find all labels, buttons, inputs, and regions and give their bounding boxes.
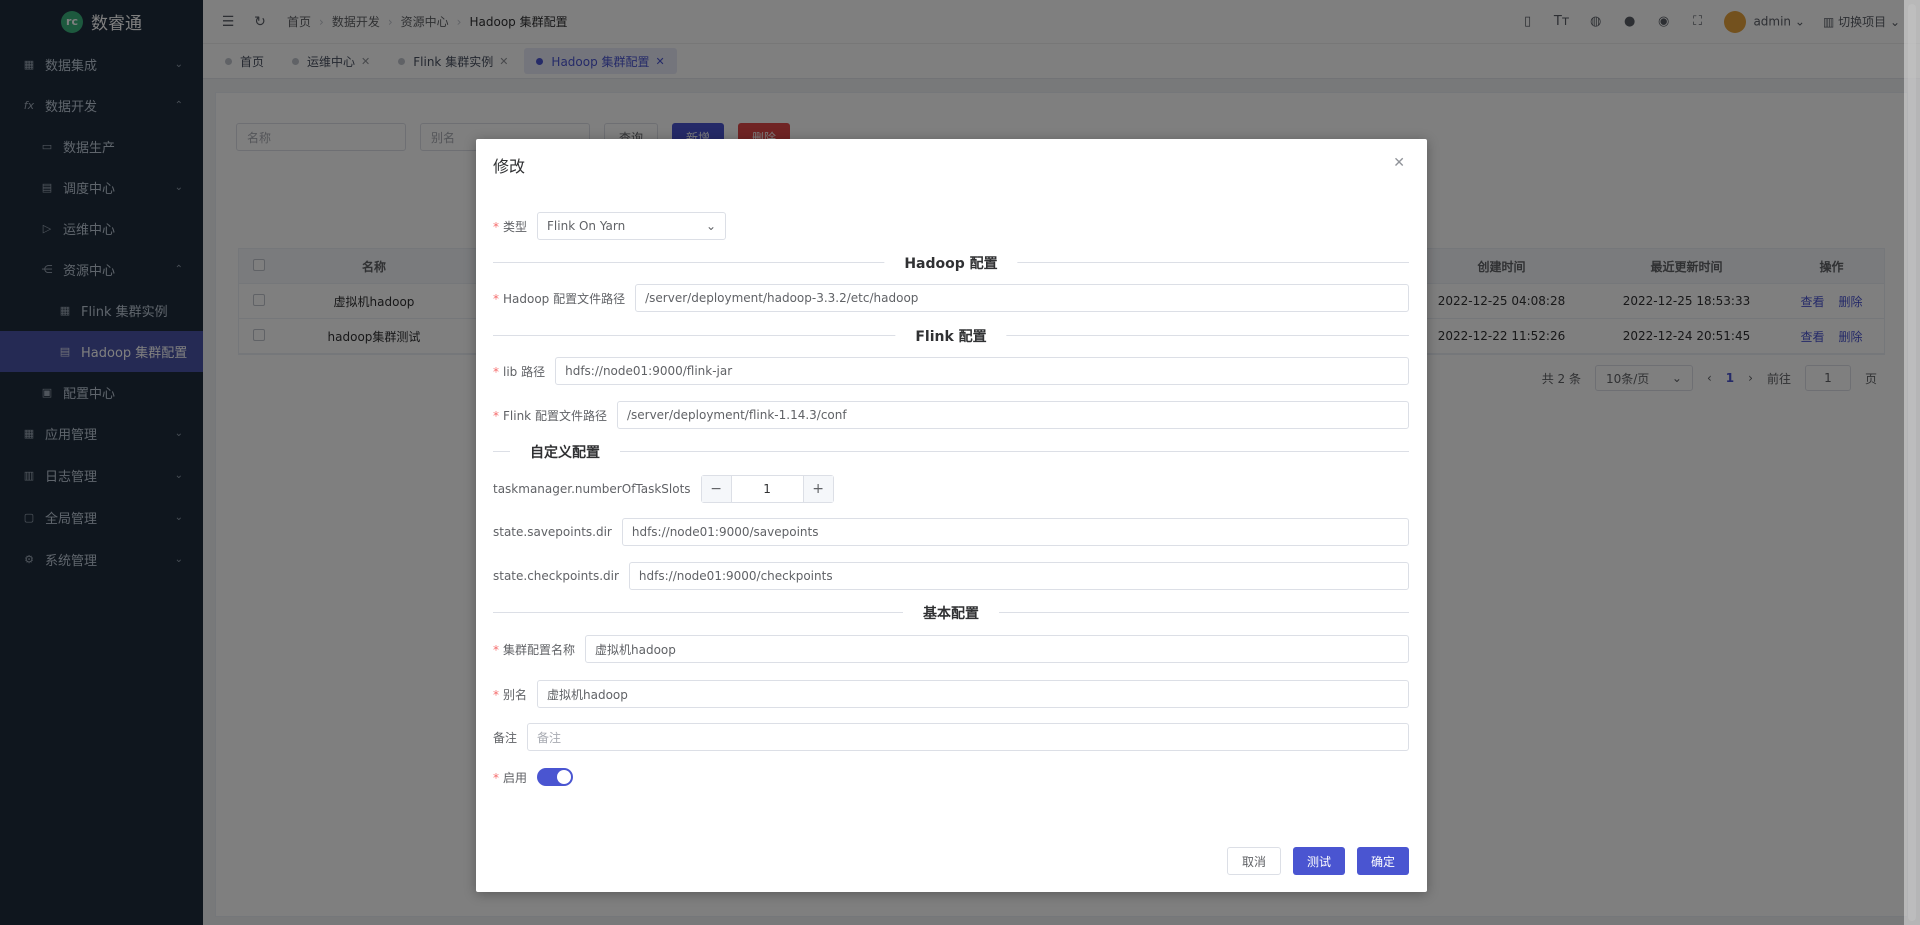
type-row: * 类型 Flink On Yarn ⌄: [493, 212, 1409, 240]
section-divider: 基本配置: [493, 603, 1409, 623]
note-row: 备注 备注: [493, 723, 1409, 751]
cluster-name-row: * 集群配置名称 虚拟机hadoop: [493, 635, 1409, 663]
edit-dialog: 修改 ✕ * 类型 Flink On Yarn ⌄ Hadoop 配置 * Hado…: [476, 139, 1427, 892]
alias-label: 别名: [503, 687, 528, 702]
section-title-hadoop: Hadoop 配置: [884, 253, 1018, 273]
type-select[interactable]: Flink On Yarn ⌄: [537, 212, 727, 240]
task-slots-row: taskmanager.numberOfTaskSlots − 1 +: [493, 475, 1409, 503]
cancel-button[interactable]: 取消: [1226, 847, 1281, 875]
note-label: 备注: [493, 730, 518, 745]
enable-label: 启用: [503, 770, 528, 785]
type-label: 类型: [503, 219, 528, 234]
hadoop-conf-input[interactable]: /server/deployment/hadoop-3.3.2/etc/hado…: [635, 284, 1409, 312]
dialog-title: 修改: [493, 157, 526, 176]
task-slots-stepper: − 1 +: [700, 475, 834, 503]
flink-conf-label: Flink 配置文件路径: [503, 408, 607, 423]
hadoop-conf-label: Hadoop 配置文件路径: [503, 291, 626, 306]
close-icon[interactable]: ✕: [1393, 155, 1405, 171]
savepoints-label: state.savepoints.dir: [493, 525, 612, 539]
savepoints-input[interactable]: hdfs://node01:9000/savepoints: [621, 518, 1409, 546]
section-title-flink: Flink 配置: [895, 326, 1007, 346]
hadoop-conf-row: * Hadoop 配置文件路径 /server/deployment/hadoop…: [493, 284, 1409, 312]
section-title-custom: 自定义配置: [510, 442, 620, 462]
flink-conf-row: * Flink 配置文件路径 /server/deployment/flink-1…: [493, 401, 1409, 429]
checkpoints-row: state.checkpoints.dir hdfs://node01:9000…: [493, 562, 1409, 590]
alias-input[interactable]: 虚拟机hadoop: [537, 680, 1409, 708]
dialog-footer: 取消 测试 确定: [1226, 847, 1409, 875]
checkpoints-input[interactable]: hdfs://node01:9000/checkpoints: [628, 562, 1409, 590]
enable-toggle[interactable]: [537, 768, 574, 786]
chevron-down-icon: ⌄: [705, 219, 717, 233]
lib-path-input[interactable]: hdfs://node01:9000/flink-jar: [555, 357, 1409, 385]
section-title-basic: 基本配置: [903, 603, 999, 623]
test-button[interactable]: 测试: [1292, 847, 1345, 875]
increase-button[interactable]: +: [803, 476, 833, 502]
note-input[interactable]: 备注: [527, 723, 1409, 751]
page-scrollbar[interactable]: [1904, 0, 1920, 925]
enable-row: * 启用: [493, 768, 1409, 786]
alias-row: * 别名 虚拟机hadoop: [493, 680, 1409, 708]
task-slots-label: taskmanager.numberOfTaskSlots: [493, 482, 691, 496]
task-slots-value[interactable]: 1: [730, 476, 804, 502]
flink-conf-input[interactable]: /server/deployment/flink-1.14.3/conf: [616, 401, 1409, 429]
section-divider: 自定义配置: [493, 442, 1409, 462]
cluster-name-label: 集群配置名称: [503, 642, 576, 657]
section-divider: Flink 配置: [493, 326, 1409, 346]
lib-path-row: * lib 路径 hdfs://node01:9000/flink-jar: [493, 357, 1409, 385]
section-divider: Hadoop 配置: [493, 253, 1409, 273]
scrollbar-thumb[interactable]: [1908, 4, 1916, 921]
lib-path-label: lib 路径: [503, 364, 546, 379]
confirm-button[interactable]: 确定: [1356, 847, 1409, 875]
cluster-name-input[interactable]: 虚拟机hadoop: [585, 635, 1409, 663]
checkpoints-label: state.checkpoints.dir: [493, 569, 619, 583]
toggle-knob: [557, 770, 572, 784]
decrease-button[interactable]: −: [701, 476, 731, 502]
savepoints-row: state.savepoints.dir hdfs://node01:9000/…: [493, 518, 1409, 546]
